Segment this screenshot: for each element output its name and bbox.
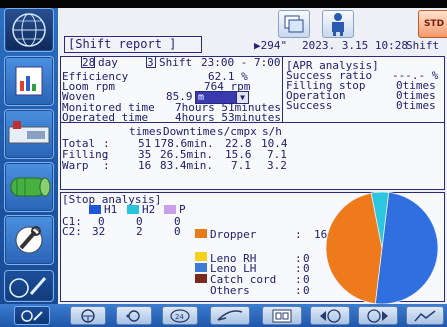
steering-wheel-icon[interactable] [70, 306, 106, 325]
table-header: times [129, 125, 163, 138]
settings-cycle-icon[interactable] [116, 306, 152, 325]
cause-swatch-leno-rh [195, 252, 207, 261]
day-label: day [98, 56, 118, 69]
row-scmpx: 7.1 [231, 159, 251, 172]
pie-slice-orange [325, 192, 383, 305]
cause-label: Dropper [210, 228, 257, 241]
legend-swatch-h2 [127, 205, 139, 214]
legend-swatch-p [164, 205, 176, 214]
apr-label: Success [286, 99, 333, 112]
shuttle-icon[interactable] [210, 306, 250, 325]
datetime: 2023. 3.15 10:28 [302, 39, 408, 52]
loom-network-icon[interactable] [278, 10, 310, 38]
legend-swatch-h1 [89, 205, 101, 214]
next-page-icon[interactable] [358, 306, 398, 325]
loom-machine-icon[interactable] [4, 109, 54, 159]
day-value: 28 [82, 56, 96, 69]
row-sh: 3.2 [267, 159, 287, 172]
c-row-label: C2: [62, 225, 82, 238]
row-times: 16 [138, 159, 152, 172]
row-label: Warp [62, 159, 89, 172]
cause-swatch-leno-lh [195, 263, 207, 272]
legend-label: H1 [104, 203, 118, 216]
reset-icon[interactable] [14, 306, 50, 325]
report-chart-icon[interactable] [4, 56, 54, 106]
legend-label: H2 [142, 203, 156, 216]
legend-label: P [179, 203, 186, 216]
standard-mode-icon[interactable]: STD [418, 10, 447, 38]
shift-value: 3 [147, 56, 154, 69]
c-row-h2: 2 [136, 225, 143, 238]
table-header: s/h [262, 125, 282, 138]
table-header: Downtime [163, 125, 216, 138]
wrench-settings-icon[interactable] [4, 270, 54, 302]
fabric-roll-icon[interactable] [4, 162, 54, 212]
row-downtime: 83.4min. [160, 159, 213, 172]
globe-network-icon[interactable] [4, 8, 54, 52]
cause-value: 0 [303, 284, 310, 297]
cause-swatch-catch-cord [195, 274, 207, 283]
shift-indicator: Shift 1 [406, 39, 447, 52]
sidebar [0, 8, 58, 304]
shift-time-range: 23:00 - 7:00 [201, 56, 281, 69]
c-row-p: 0 [174, 225, 181, 238]
colon: : [295, 228, 302, 241]
c-row-h1: 32 [92, 225, 106, 238]
cause-swatch-dropper [195, 229, 207, 238]
apr-value: 0times [396, 99, 436, 112]
page-title: [Shift report ] [64, 36, 202, 53]
shift-report-panel: 28 day 3 Shift 23:00 - 7:00 Efficiency 6… [58, 56, 447, 305]
colon: : [295, 284, 302, 297]
trend-graph-icon[interactable] [406, 306, 444, 325]
top-status-bar [0, 0, 447, 8]
maintenance-tools-icon[interactable] [4, 215, 54, 265]
timer-24-icon[interactable]: 24 [162, 306, 198, 325]
pick-count: ▶294" [254, 39, 288, 52]
colon: : [103, 159, 110, 172]
metric-label: Operated time [62, 111, 149, 124]
metric-value: 4hours 53minutes [175, 111, 281, 124]
svg-text:24: 24 [175, 313, 184, 321]
operator-icon[interactable] [322, 10, 354, 38]
table-header: s/cmpx [217, 125, 257, 138]
stop-cause-pie-chart [325, 191, 439, 305]
screen: STD [Shift report ] ▶294" 2023. 3.15 10:… [0, 0, 447, 327]
bottom-toolbar: 24 [0, 304, 447, 327]
cause-label: Others [210, 284, 250, 297]
header: STD [Shift report ] ▶294" 2023. 3.15 10:… [58, 8, 447, 56]
previous-page-icon[interactable] [310, 306, 350, 325]
print-report-icon[interactable] [262, 306, 302, 325]
shift-label: Shift [159, 56, 193, 69]
brand-label: STD [423, 19, 445, 29]
